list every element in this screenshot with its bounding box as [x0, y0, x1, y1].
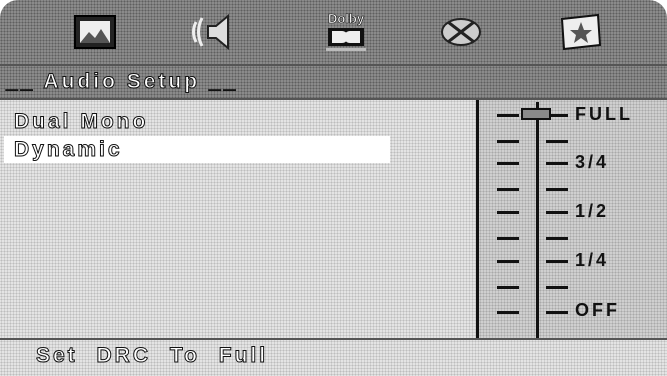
status-text: Set DRC To Full [35, 344, 269, 368]
slider-tick [497, 260, 519, 263]
level-label-full: FULL [575, 104, 633, 124]
slider-tick [546, 286, 568, 289]
slider-tick [546, 311, 568, 314]
slider-tick [546, 237, 568, 240]
slider-tick [497, 211, 519, 214]
slider-tick [497, 311, 519, 314]
slider-tick [546, 140, 568, 143]
slider-tick [497, 162, 519, 165]
slider-tick [546, 211, 568, 214]
slider-tick [546, 260, 568, 263]
menu-item-dual-mono[interactable]: Dual Mono [4, 108, 384, 135]
slider-tick [497, 237, 519, 240]
menu-panel: Dual Mono Dynamic [0, 100, 476, 338]
dolby-label: Dolby [328, 11, 365, 26]
slider-tick [497, 114, 519, 117]
menu-item-dynamic[interactable]: Dynamic [4, 136, 390, 163]
slider-tick [497, 140, 519, 143]
slider-tick [546, 162, 568, 165]
page-title: __ Audio Setup __ [5, 70, 239, 94]
slider-knob[interactable] [521, 108, 551, 120]
level-label-1-4: 1/4 [575, 250, 610, 270]
drc-slider-panel: FULL 3/4 1/2 1/4 OFF [476, 100, 667, 338]
status-bar: Set DRC To Full [0, 338, 667, 376]
slider-tick [546, 188, 568, 191]
disc-crossed-icon[interactable] [436, 10, 486, 54]
picture-icon[interactable] [70, 10, 120, 54]
slider-track[interactable] [536, 102, 539, 338]
slider-tick [497, 188, 519, 191]
slider-tick [497, 286, 519, 289]
level-label-off: OFF [575, 300, 620, 320]
title-bar: __ Audio Setup __ [0, 64, 667, 100]
dolby-icon[interactable]: Dolby [318, 10, 374, 54]
level-label-1-2: 1/2 [575, 201, 610, 221]
top-icon-bar: Dolby [0, 0, 667, 64]
star-card-icon[interactable] [556, 10, 606, 54]
speaker-sound-icon[interactable] [190, 10, 240, 54]
level-label-3-4: 3/4 [575, 152, 610, 172]
